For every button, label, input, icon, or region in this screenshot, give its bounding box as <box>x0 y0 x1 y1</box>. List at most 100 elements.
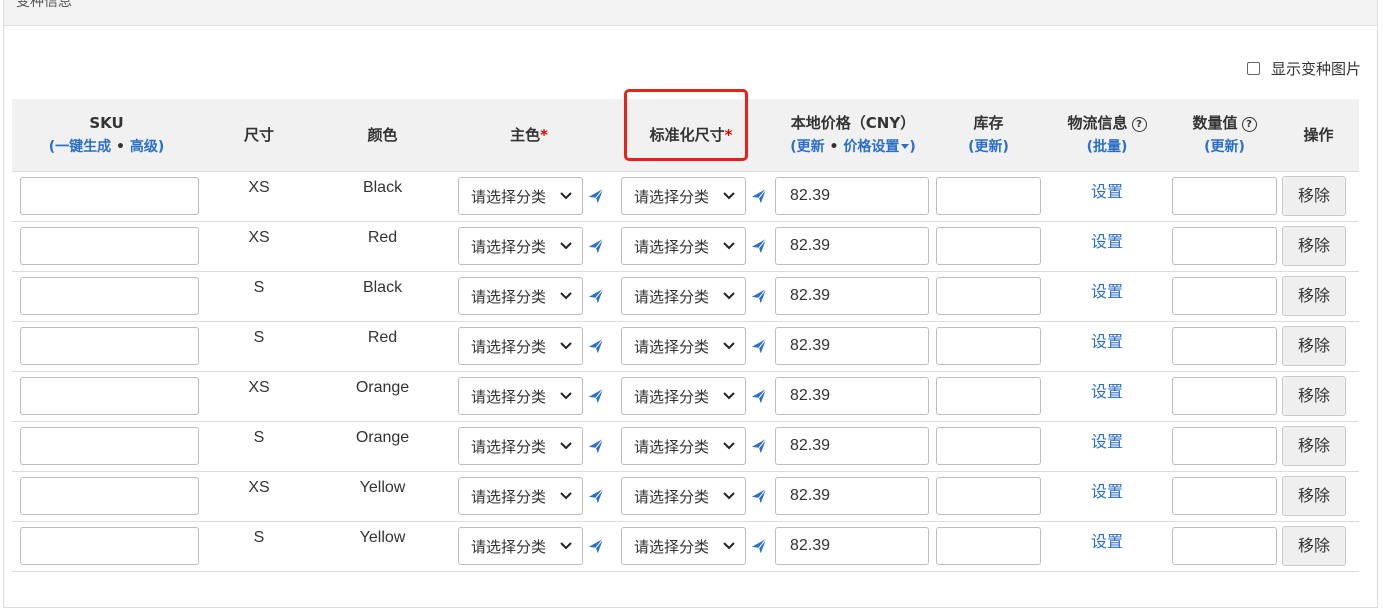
price-input[interactable]: 82.39 <box>775 327 929 365</box>
stock-input[interactable] <box>936 377 1041 415</box>
paper-plane-icon[interactable] <box>587 437 605 455</box>
remove-button[interactable]: 移除 <box>1282 426 1346 466</box>
paper-plane-icon[interactable] <box>750 537 768 555</box>
sku-input[interactable] <box>20 377 199 415</box>
paper-plane-icon[interactable] <box>750 487 768 505</box>
price-input[interactable]: 82.39 <box>775 277 929 315</box>
standard-size-select[interactable]: 请选择分类 <box>621 477 746 515</box>
stock-update-link[interactable]: 更新 <box>975 139 1003 155</box>
main-color-select[interactable]: 请选择分类 <box>458 327 583 365</box>
chevron-down-icon <box>723 242 735 250</box>
quantity-update-link[interactable]: 更新 <box>1211 139 1239 155</box>
sku-input[interactable] <box>20 427 199 465</box>
main-color-select[interactable]: 请选择分类 <box>458 277 583 315</box>
standard-size-select[interactable]: 请选择分类 <box>621 227 746 265</box>
price-input[interactable]: 82.39 <box>775 177 929 215</box>
show-images-checkbox[interactable] <box>1246 62 1260 75</box>
remove-button[interactable]: 移除 <box>1282 276 1346 316</box>
stock-input[interactable] <box>936 227 1041 265</box>
paper-plane-icon[interactable] <box>750 187 768 205</box>
remove-button[interactable]: 移除 <box>1282 526 1346 566</box>
paper-plane-icon[interactable] <box>587 387 605 405</box>
panel-title: 变种信息 <box>16 0 72 10</box>
help-icon[interactable]: ? <box>1131 117 1147 132</box>
sku-input[interactable] <box>20 527 199 565</box>
standard-size-select[interactable]: 请选择分类 <box>621 527 746 565</box>
sku-input[interactable] <box>20 227 199 265</box>
logistics-batch-link[interactable]: 批量 <box>1093 139 1121 155</box>
sku-generate-link[interactable]: 一键生成 <box>55 139 111 155</box>
show-variant-images-toggle[interactable]: 显示变种图片 <box>1246 58 1361 79</box>
paper-plane-icon[interactable] <box>750 287 768 305</box>
quantity-input[interactable] <box>1172 377 1277 415</box>
stock-input[interactable] <box>936 477 1041 515</box>
logistics-setting-link[interactable]: 设置 <box>1043 422 1171 452</box>
main-color-select[interactable]: 请选择分类 <box>458 177 583 215</box>
stock-input[interactable] <box>936 427 1041 465</box>
paper-plane-icon[interactable] <box>587 337 605 355</box>
paper-plane-icon[interactable] <box>750 237 768 255</box>
logistics-setting-link[interactable]: 设置 <box>1043 222 1171 252</box>
paper-plane-icon[interactable] <box>587 287 605 305</box>
logistics-setting-link[interactable]: 设置 <box>1043 522 1171 552</box>
sku-advanced-link[interactable]: 高级 <box>130 139 158 155</box>
stock-input[interactable] <box>936 327 1041 365</box>
main-color-select[interactable]: 请选择分类 <box>458 477 583 515</box>
sku-input[interactable] <box>20 177 199 215</box>
price-update-link[interactable]: 更新 <box>797 139 825 155</box>
remove-button[interactable]: 移除 <box>1282 376 1346 416</box>
main-color-select[interactable]: 请选择分类 <box>458 527 583 565</box>
quantity-input[interactable] <box>1172 527 1277 565</box>
help-icon[interactable]: ? <box>1241 117 1257 132</box>
standard-size-select[interactable]: 请选择分类 <box>621 177 746 215</box>
quantity-input[interactable] <box>1172 477 1277 515</box>
price-input[interactable]: 82.39 <box>775 477 929 515</box>
main-color-select[interactable]: 请选择分类 <box>458 427 583 465</box>
standard-size-select[interactable]: 请选择分类 <box>621 277 746 315</box>
standard-size-select[interactable]: 请选择分类 <box>621 377 746 415</box>
remove-button[interactable]: 移除 <box>1282 476 1346 516</box>
quantity-input[interactable] <box>1172 177 1277 215</box>
logistics-setting-link[interactable]: 设置 <box>1043 172 1171 202</box>
standard-size-select[interactable]: 请选择分类 <box>621 427 746 465</box>
paper-plane-icon[interactable] <box>750 437 768 455</box>
header-quantity: 数量值? (更新) <box>1171 99 1278 172</box>
select-value: 请选择分类 <box>471 187 547 206</box>
color-value: Black <box>362 279 403 296</box>
price-setting-link[interactable]: 价格设置 <box>843 139 899 155</box>
paper-plane-icon[interactable] <box>587 237 605 255</box>
logistics-setting-link[interactable]: 设置 <box>1043 272 1171 302</box>
paper-plane-icon[interactable] <box>587 537 605 555</box>
sku-input[interactable] <box>20 477 199 515</box>
price-input[interactable]: 82.39 <box>775 427 929 465</box>
quantity-input[interactable] <box>1172 327 1277 365</box>
price-input[interactable]: 82.39 <box>775 527 929 565</box>
paper-plane-icon[interactable] <box>750 387 768 405</box>
color-value: Orange <box>355 379 410 396</box>
logistics-setting-link[interactable]: 设置 <box>1043 472 1171 502</box>
chevron-down-icon <box>560 442 572 450</box>
paper-plane-icon[interactable] <box>750 337 768 355</box>
quantity-input[interactable] <box>1172 427 1277 465</box>
logistics-setting-link[interactable]: 设置 <box>1043 322 1171 352</box>
quantity-input[interactable] <box>1172 277 1277 315</box>
remove-button[interactable]: 移除 <box>1282 226 1346 266</box>
price-input[interactable]: 82.39 <box>775 227 929 265</box>
header-main-color: 主色* <box>448 99 610 172</box>
stock-input[interactable] <box>936 527 1041 565</box>
logistics-setting-link[interactable]: 设置 <box>1043 372 1171 402</box>
price-input[interactable]: 82.39 <box>775 377 929 415</box>
main-color-select[interactable]: 请选择分类 <box>458 377 583 415</box>
sku-input[interactable] <box>20 277 199 315</box>
standard-size-select[interactable]: 请选择分类 <box>621 327 746 365</box>
paper-plane-icon[interactable] <box>587 487 605 505</box>
main-color-select[interactable]: 请选择分类 <box>458 227 583 265</box>
remove-button[interactable]: 移除 <box>1282 326 1346 366</box>
chevron-down-icon <box>560 192 572 200</box>
remove-button[interactable]: 移除 <box>1282 176 1346 216</box>
stock-input[interactable] <box>936 177 1041 215</box>
paper-plane-icon[interactable] <box>587 187 605 205</box>
stock-input[interactable] <box>936 277 1041 315</box>
sku-input[interactable] <box>20 327 199 365</box>
quantity-input[interactable] <box>1172 227 1277 265</box>
